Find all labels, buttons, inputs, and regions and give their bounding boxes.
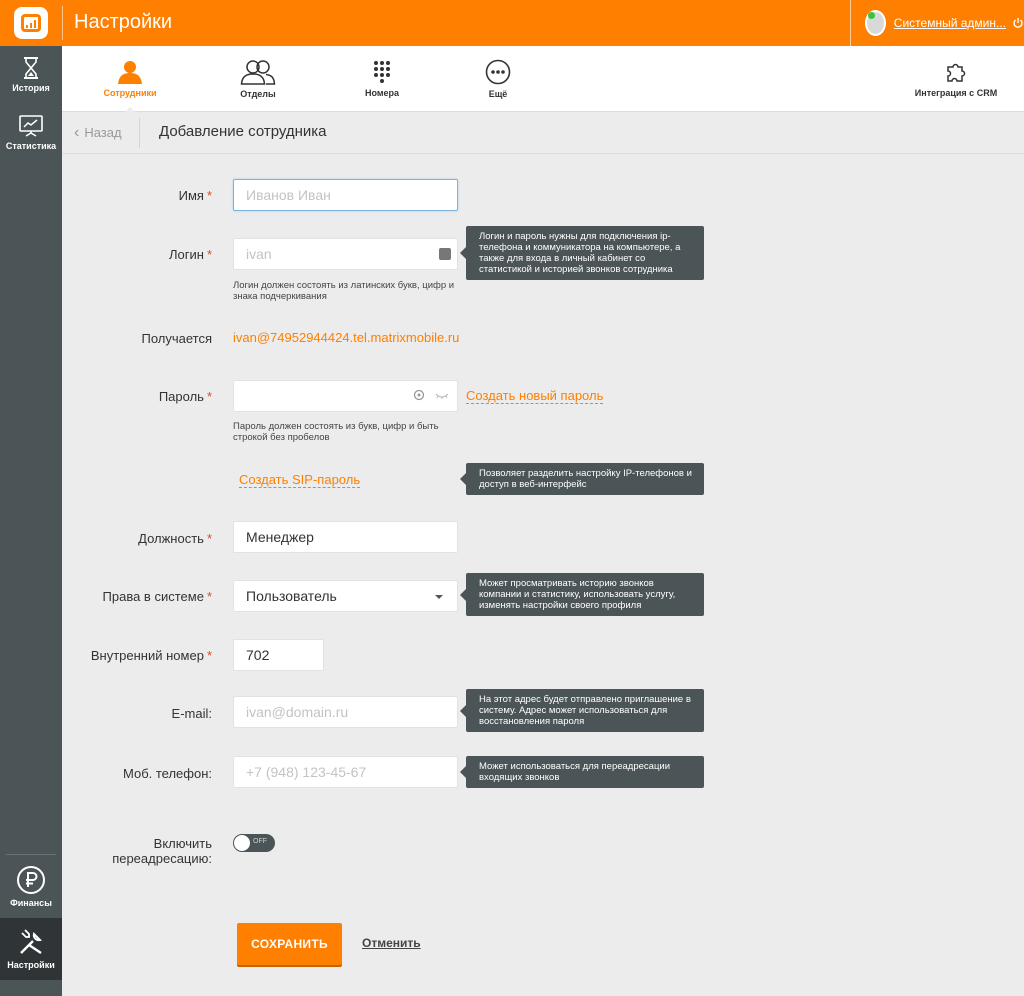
main-sidebar: История Статистика Финансы Настройки bbox=[0, 46, 62, 996]
people-icon bbox=[240, 60, 276, 85]
generated-email: ivan@74952944424.tel.matrixmobile.ru bbox=[233, 330, 460, 345]
tab-label: Ещё bbox=[488, 89, 508, 99]
tab-departments[interactable]: Отделы bbox=[228, 46, 288, 112]
email-input[interactable]: ivan@domain.ru bbox=[233, 696, 458, 728]
sidebar-item-statistics[interactable]: Статистика bbox=[0, 104, 62, 160]
tab-crm-integration[interactable]: Интеграция с CRM bbox=[908, 46, 1004, 112]
sidebar-item-label: История bbox=[12, 82, 50, 93]
keyboard-icon bbox=[439, 248, 451, 260]
sidebar-item-label: Статистика bbox=[5, 140, 57, 151]
login-tooltip: Логин и пароль нужны для подключения ip-… bbox=[460, 226, 704, 280]
extension-input[interactable]: 702 bbox=[233, 639, 324, 671]
cancel-link[interactable]: Отменить bbox=[362, 936, 421, 950]
sidebar-item-finance[interactable]: Финансы bbox=[0, 858, 62, 914]
power-icon[interactable] bbox=[1012, 17, 1024, 29]
position-label: Должность * bbox=[138, 531, 212, 546]
rights-label: Права в системе * bbox=[102, 589, 212, 604]
extension-label: Внутренний номер * bbox=[90, 648, 212, 663]
tools-icon bbox=[20, 928, 42, 954]
tab-numbers[interactable]: Номера bbox=[352, 46, 412, 112]
create-sip-password-link[interactable]: Создать SIP-пароль bbox=[239, 473, 361, 488]
sidebar-item-label: Финансы bbox=[10, 897, 52, 908]
hourglass-icon bbox=[24, 56, 38, 79]
sidebar-divider bbox=[6, 854, 56, 855]
toggle-state: OFF bbox=[253, 838, 267, 845]
mobile-input[interactable]: +7 (948) 123-45-67 bbox=[233, 756, 458, 788]
login-label: Логин * bbox=[168, 247, 212, 262]
top-bar: Настройки Системный админ... bbox=[0, 0, 1024, 46]
tab-label: Сотрудники bbox=[103, 88, 157, 98]
top-divider bbox=[62, 6, 63, 40]
ruble-icon bbox=[17, 865, 45, 894]
email-label: E-mail: bbox=[171, 706, 212, 721]
page-header: ‹ Назад Добавление сотрудника bbox=[62, 112, 1024, 154]
logo[interactable] bbox=[0, 0, 62, 46]
sidebar-item-label: Настройки bbox=[7, 959, 55, 970]
settings-tabs: Сотрудники Отделы Номера Ещё Интеграция … bbox=[62, 46, 1024, 112]
sidebar-item-settings[interactable]: Настройки bbox=[0, 918, 62, 980]
result-label: Получается bbox=[141, 331, 212, 346]
login-hint: Логин должен состоять из латинских букв,… bbox=[233, 280, 455, 302]
tab-more[interactable]: Ещё bbox=[468, 46, 528, 112]
redirect-toggle[interactable]: OFF bbox=[233, 834, 275, 852]
back-label: Назад bbox=[84, 125, 122, 140]
password-label: Пароль * bbox=[158, 389, 212, 404]
user-name-link[interactable]: Системный админ... bbox=[894, 16, 1006, 30]
save-button[interactable]: СОХРАНИТЬ bbox=[237, 923, 342, 965]
sip-tooltip: Позволяет разделить настройку IP-телефон… bbox=[460, 463, 704, 495]
user-menu[interactable]: Системный админ... bbox=[850, 0, 1024, 46]
mobile-tooltip: Может использоваться для переадресации в… bbox=[460, 756, 704, 788]
more-icon bbox=[485, 59, 511, 85]
mobile-label: Моб. телефон: bbox=[122, 766, 212, 781]
redirect-label: Включить переадресацию: bbox=[112, 836, 212, 866]
puzzle-icon bbox=[947, 63, 966, 82]
page-title: Добавление сотрудника bbox=[159, 123, 327, 140]
email-tooltip: На этот адрес будет отправлено приглашен… bbox=[460, 689, 704, 732]
eye-closed-icon[interactable] bbox=[435, 392, 449, 400]
tab-label: Интеграция с CRM bbox=[914, 88, 998, 98]
tab-label: Отделы bbox=[240, 89, 276, 99]
tab-label: Номера bbox=[364, 88, 400, 98]
app-title: Настройки bbox=[74, 11, 173, 33]
rights-select[interactable]: Пользователь bbox=[233, 580, 458, 612]
toggle-knob bbox=[234, 835, 250, 851]
position-input[interactable]: Менеджер bbox=[233, 521, 458, 553]
name-label: Имя * bbox=[178, 188, 212, 203]
avatar[interactable] bbox=[865, 10, 886, 36]
tab-employees[interactable]: Сотрудники bbox=[100, 46, 160, 112]
rights-tooltip: Может просматривать историю звонков комп… bbox=[460, 573, 704, 616]
name-input[interactable]: Иванов Иван bbox=[233, 179, 458, 211]
dropdown-arrow-icon bbox=[435, 595, 443, 599]
chevron-left-icon: ‹ bbox=[74, 124, 80, 141]
keypad-icon bbox=[374, 61, 390, 83]
header-divider bbox=[139, 118, 140, 148]
back-link[interactable]: ‹ Назад bbox=[74, 124, 122, 141]
login-input[interactable]: ivan bbox=[233, 238, 458, 270]
password-input[interactable] bbox=[233, 380, 458, 412]
create-password-link[interactable]: Создать новый пароль bbox=[466, 389, 604, 404]
logo-icon bbox=[14, 7, 48, 39]
person-icon bbox=[118, 61, 142, 84]
chart-board-icon bbox=[19, 114, 43, 137]
key-icon bbox=[413, 390, 425, 401]
password-hint: Пароль должен состоять из букв, цифр и б… bbox=[233, 421, 439, 443]
sidebar-item-history[interactable]: История bbox=[0, 46, 62, 102]
